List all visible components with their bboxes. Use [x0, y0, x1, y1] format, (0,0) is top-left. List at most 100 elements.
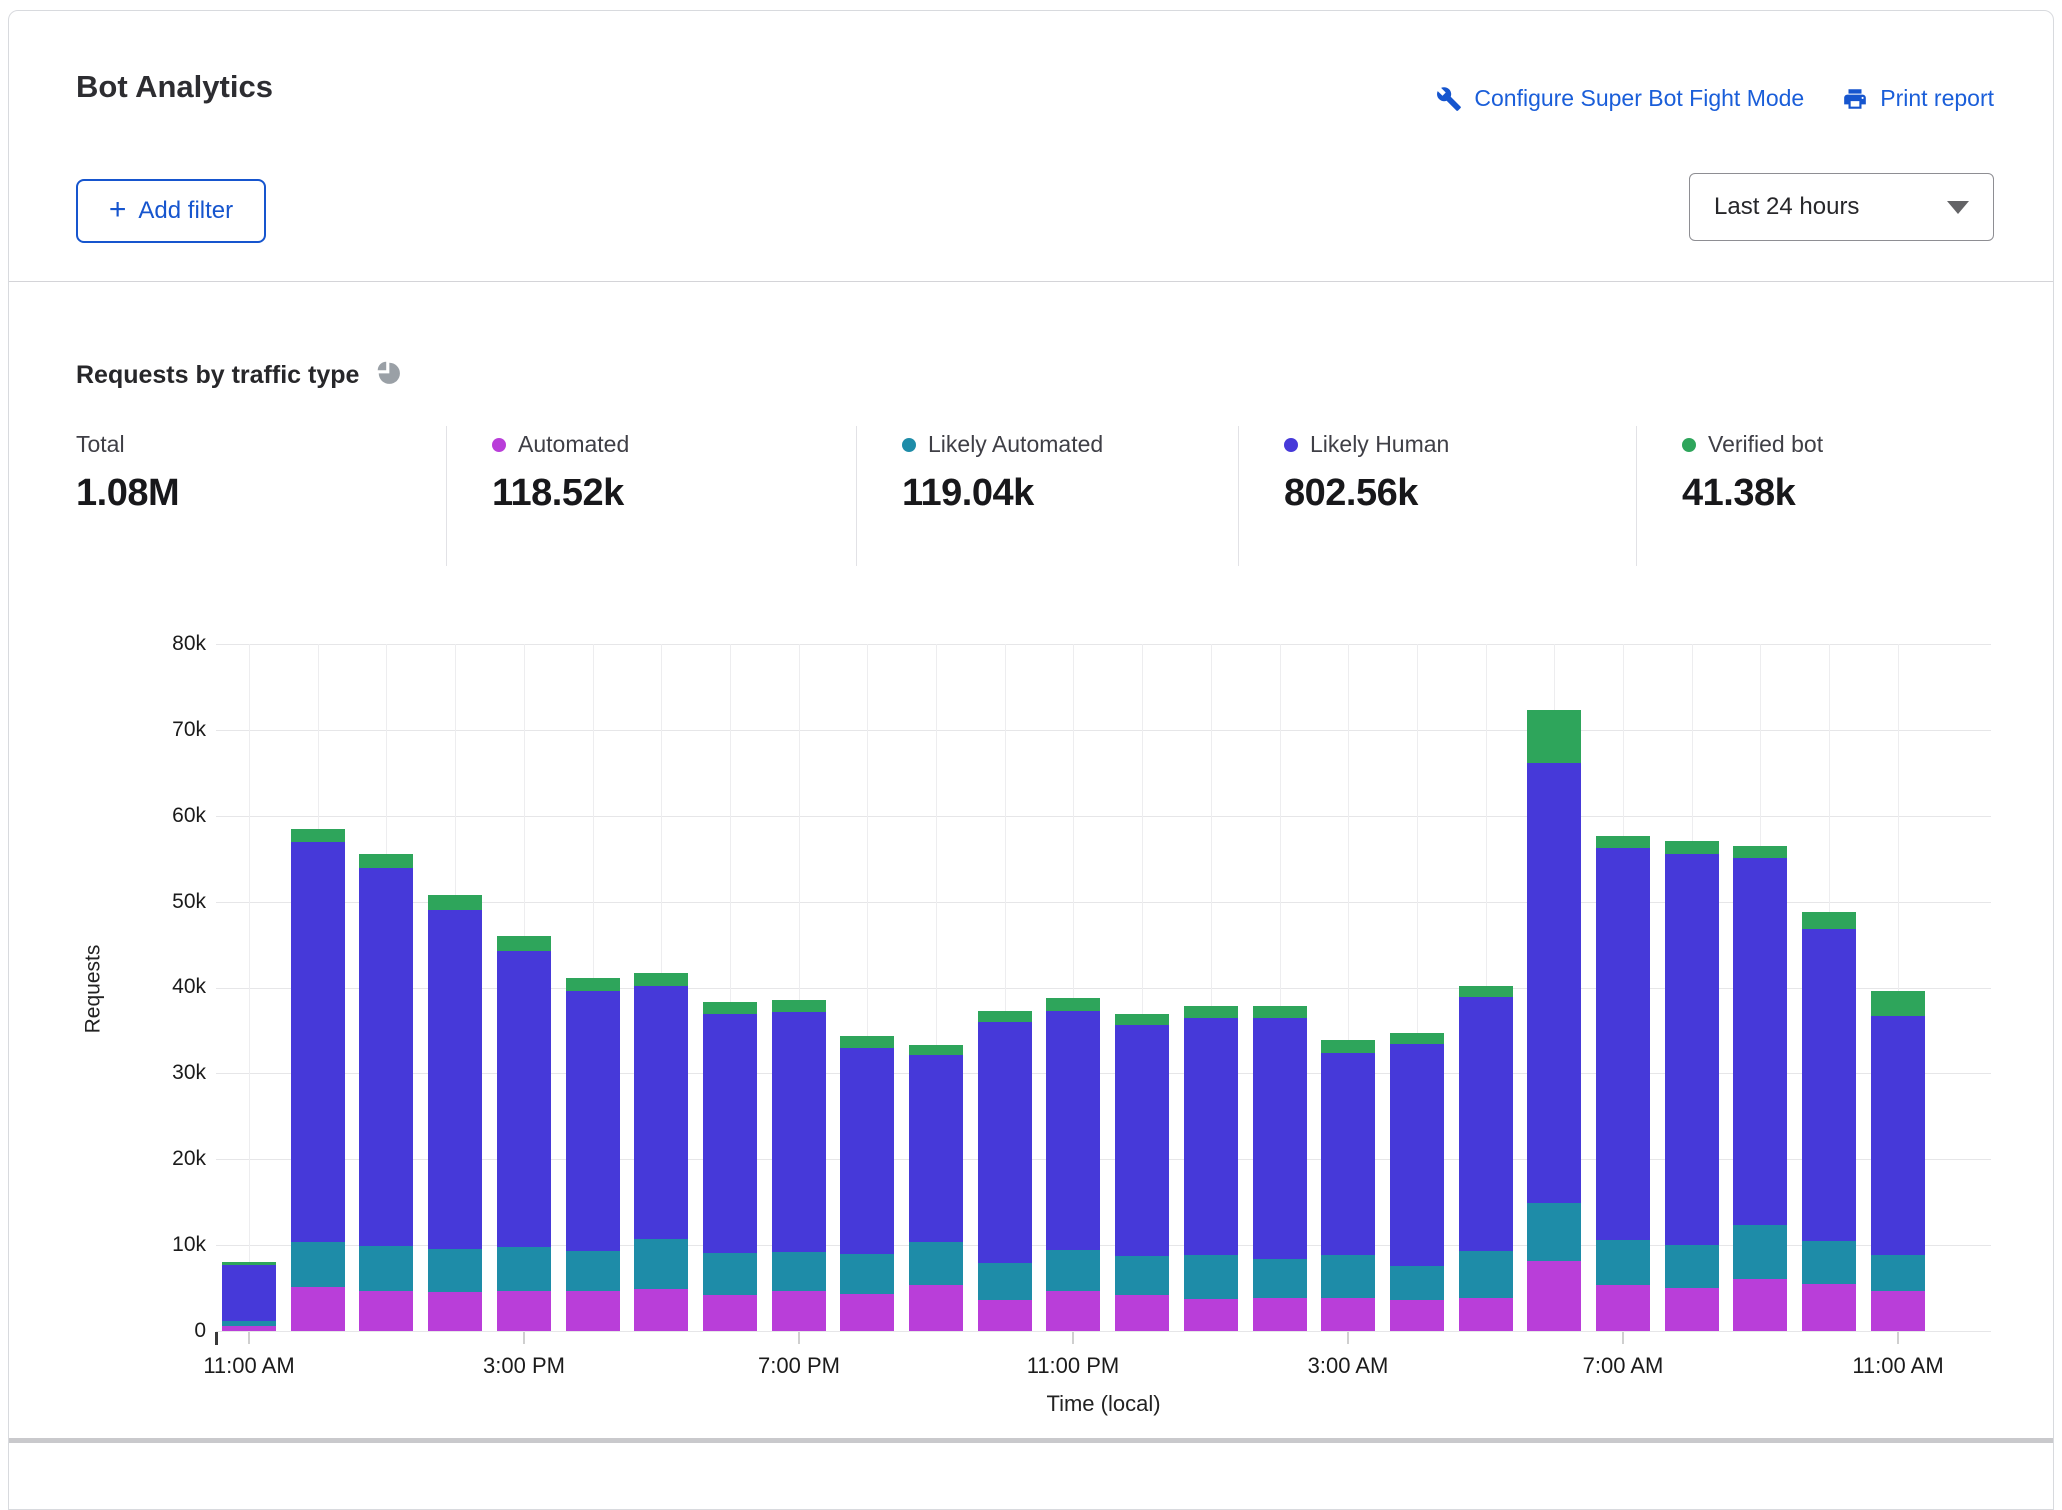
bar-segment-automated[interactable] [1115, 1294, 1170, 1331]
bar-segment-likely-human[interactable] [1664, 853, 1719, 1246]
bar-segment-verified-bot[interactable] [1733, 845, 1788, 858]
bar-segment-verified-bot[interactable] [222, 1262, 276, 1265]
bar-segment-automated[interactable] [1321, 1298, 1376, 1331]
bar-segment-likely-human[interactable] [634, 985, 689, 1240]
bar-segment-likely-automated[interactable] [359, 1245, 414, 1292]
bar-segment-likely-automated[interactable] [1664, 1245, 1719, 1289]
bar-segment-automated[interactable] [771, 1291, 826, 1331]
bar-segment-automated[interactable] [428, 1292, 483, 1331]
bar-segment-automated[interactable] [1458, 1298, 1513, 1331]
bar-segment-automated[interactable] [1802, 1283, 1857, 1331]
bar-segment-verified-bot[interactable] [1252, 1006, 1307, 1018]
bar-segment-automated[interactable] [1389, 1300, 1444, 1331]
bar-segment-automated[interactable] [840, 1294, 895, 1331]
bar-segment-likely-automated[interactable] [1733, 1224, 1788, 1280]
bar-segment-automated[interactable] [222, 1325, 276, 1331]
bar-segment-likely-human[interactable] [1183, 1018, 1238, 1255]
bar-segment-likely-human[interactable] [1046, 1010, 1101, 1251]
bar-segment-likely-human[interactable] [1115, 1025, 1170, 1257]
bar-segment-likely-automated[interactable] [634, 1239, 689, 1289]
bar-segment-verified-bot[interactable] [1183, 1006, 1238, 1019]
bar-segment-likely-automated[interactable] [222, 1320, 276, 1326]
bar-segment-automated[interactable] [1870, 1290, 1925, 1331]
bar-segment-likely-human[interactable] [909, 1055, 963, 1242]
bar-segment-likely-human[interactable] [1802, 929, 1857, 1241]
bar-segment-verified-bot[interactable] [909, 1045, 963, 1056]
bar-segment-likely-human[interactable] [222, 1264, 276, 1321]
bar-segment-verified-bot[interactable] [428, 894, 483, 911]
bar-segment-likely-human[interactable] [1252, 1017, 1307, 1259]
bar-segment-likely-human[interactable] [702, 1014, 757, 1253]
bar-segment-verified-bot[interactable] [1115, 1014, 1170, 1026]
bar-segment-automated[interactable] [702, 1294, 757, 1331]
bar-segment-likely-human[interactable] [977, 1021, 1032, 1264]
bar-segment-likely-automated[interactable] [977, 1263, 1032, 1301]
bar-segment-verified-bot[interactable] [496, 935, 551, 952]
bar-segment-likely-automated[interactable] [290, 1241, 345, 1288]
bar-segment-likely-automated[interactable] [1321, 1254, 1376, 1299]
bar-segment-automated[interactable] [1733, 1279, 1788, 1331]
bar-segment-automated[interactable] [977, 1300, 1032, 1331]
bar-segment-verified-bot[interactable] [1321, 1039, 1376, 1053]
bar-segment-likely-automated[interactable] [428, 1248, 483, 1293]
bar-segment-likely-human[interactable] [565, 990, 620, 1252]
bar-segment-likely-human[interactable] [1733, 857, 1788, 1225]
bar-segment-likely-human[interactable] [1870, 1015, 1925, 1256]
bar-segment-likely-human[interactable] [1321, 1052, 1376, 1255]
bar-segment-likely-automated[interactable] [1870, 1255, 1925, 1291]
bar-segment-automated[interactable] [1527, 1261, 1582, 1331]
bar-segment-likely-human[interactable] [290, 842, 345, 1242]
bar-segment-automated[interactable] [1596, 1285, 1650, 1331]
bar-segment-likely-automated[interactable] [702, 1252, 757, 1295]
bar-segment-likely-automated[interactable] [909, 1241, 963, 1286]
bar-segment-verified-bot[interactable] [1046, 997, 1101, 1011]
bar-segment-automated[interactable] [1183, 1299, 1238, 1331]
bar-segment-likely-human[interactable] [1596, 848, 1650, 1240]
bar-segment-automated[interactable] [909, 1285, 963, 1331]
bar-segment-automated[interactable] [359, 1291, 414, 1331]
bar-segment-likely-human[interactable] [771, 1012, 826, 1252]
bar-segment-likely-automated[interactable] [771, 1251, 826, 1292]
bar-segment-verified-bot[interactable] [359, 853, 414, 869]
bar-segment-automated[interactable] [565, 1291, 620, 1331]
bar-segment-likely-automated[interactable] [1527, 1203, 1582, 1262]
bar-segment-likely-automated[interactable] [1458, 1251, 1513, 1299]
bar-segment-verified-bot[interactable] [1389, 1033, 1444, 1045]
bar-segment-automated[interactable] [1046, 1290, 1101, 1331]
bar-segment-verified-bot[interactable] [634, 972, 689, 986]
bar-segment-automated[interactable] [634, 1288, 689, 1331]
bar-segment-likely-automated[interactable] [1802, 1240, 1857, 1284]
bar-segment-verified-bot[interactable] [840, 1036, 895, 1049]
bar-segment-likely-automated[interactable] [1183, 1254, 1238, 1300]
bar-segment-likely-human[interactable] [1527, 763, 1582, 1204]
bar-segment-verified-bot[interactable] [290, 829, 345, 843]
bar-segment-likely-human[interactable] [840, 1048, 895, 1254]
bar-segment-verified-bot[interactable] [1802, 911, 1857, 930]
bar-segment-verified-bot[interactable] [977, 1010, 1032, 1022]
bar-segment-likely-human[interactable] [359, 868, 414, 1246]
bar-segment-likely-automated[interactable] [565, 1251, 620, 1292]
bar-segment-automated[interactable] [1252, 1297, 1307, 1331]
bar-segment-likely-automated[interactable] [1252, 1258, 1307, 1298]
bar-segment-verified-bot[interactable] [771, 1000, 826, 1013]
bar-segment-verified-bot[interactable] [1458, 985, 1513, 997]
bar-segment-automated[interactable] [1664, 1288, 1719, 1331]
bar-segment-likely-automated[interactable] [1389, 1265, 1444, 1301]
bar-segment-likely-automated[interactable] [1046, 1250, 1101, 1291]
bar-segment-verified-bot[interactable] [1527, 710, 1582, 764]
bar-segment-likely-automated[interactable] [1115, 1256, 1170, 1295]
bar-segment-verified-bot[interactable] [565, 978, 620, 991]
bar-segment-verified-bot[interactable] [702, 1002, 757, 1015]
bar-segment-likely-automated[interactable] [1596, 1239, 1650, 1286]
bar-segment-likely-human[interactable] [1389, 1044, 1444, 1266]
bar-segment-automated[interactable] [496, 1290, 551, 1331]
bar-segment-likely-automated[interactable] [496, 1246, 551, 1291]
bar-segment-likely-human[interactable] [496, 951, 551, 1247]
bar-segment-automated[interactable] [290, 1287, 345, 1331]
bar-segment-likely-automated[interactable] [840, 1253, 895, 1295]
bar-segment-verified-bot[interactable] [1870, 990, 1925, 1016]
bar-segment-verified-bot[interactable] [1664, 840, 1719, 854]
bar-segment-verified-bot[interactable] [1596, 835, 1650, 849]
bar-segment-likely-human[interactable] [1458, 996, 1513, 1252]
bar-segment-likely-human[interactable] [428, 910, 483, 1249]
